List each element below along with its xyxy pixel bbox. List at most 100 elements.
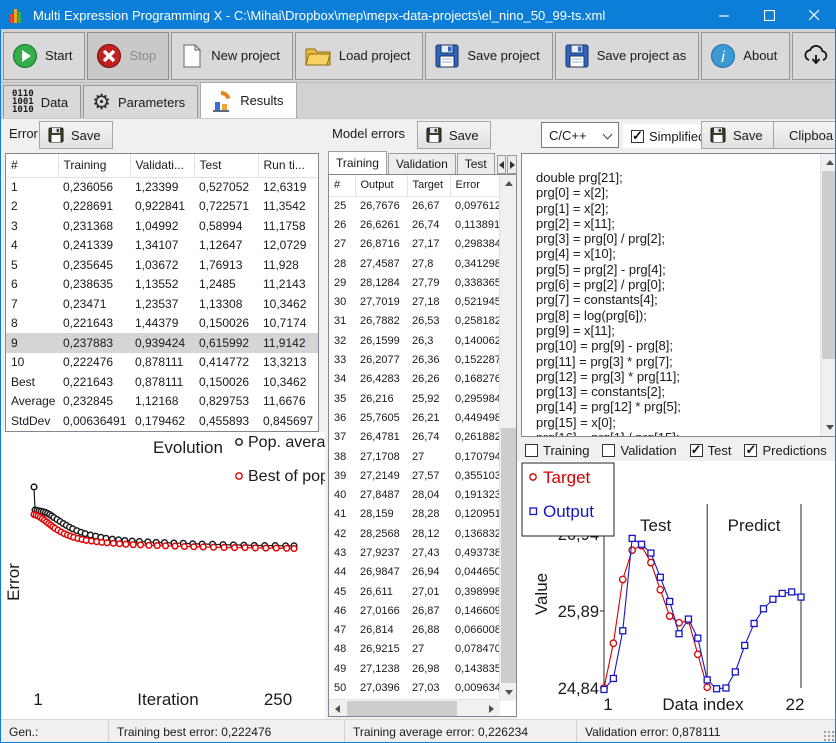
language-select[interactable]: C/C++ (541, 122, 619, 148)
checkbox-box[interactable] (690, 444, 703, 457)
column-header[interactable]: Training (58, 154, 130, 177)
tab-test[interactable]: Test (457, 153, 495, 174)
column-header[interactable]: # (6, 154, 58, 177)
scroll-up-button[interactable] (821, 154, 836, 171)
table-row[interactable]: 3827,1708270,170794 (329, 447, 500, 466)
table-row[interactable]: 2526,767626,670,097612 (329, 196, 500, 215)
table-row[interactable]: 2626,626126,740,113891 (329, 215, 500, 234)
code-view[interactable]: double prg[21];prg[0] = x[2];prg[1] = x[… (521, 153, 836, 437)
table-row[interactable]: 4426,984726,940,044650 (329, 563, 500, 582)
table-row[interactable]: 4027,848728,040,191323 (329, 485, 500, 504)
code-save-button[interactable]: Save (701, 121, 775, 149)
table-row[interactable]: 4927,123826,980,143835 (329, 659, 500, 678)
table-row[interactable]: 100,2224760,8781110,41477213,3213 (6, 353, 318, 373)
about-button[interactable]: i About (701, 32, 790, 80)
table-row[interactable]: Best0,2216430,8781110,15002610,3462 (6, 372, 318, 392)
start-button[interactable]: Start (3, 32, 85, 80)
tab-validation[interactable]: Validation (388, 153, 456, 174)
table-row[interactable]: 4627,016626,870,146609 (329, 601, 500, 620)
predictions-checkbox[interactable]: Predictions (744, 443, 826, 458)
table-row[interactable]: 3625,760526,210,449498 (329, 408, 500, 427)
table-row[interactable]: 30,2313681,049920,5899411,1758 (6, 216, 318, 236)
model-errors-rows[interactable]: #OutputTargetError2526,767626,670,097612… (329, 175, 500, 701)
model-errors-hscrollbar[interactable] (329, 699, 500, 716)
table-row[interactable]: 3027,701927,180,521945 (329, 292, 500, 311)
model-errors-save-button[interactable]: Save (417, 121, 491, 149)
scroll-right-button[interactable] (483, 700, 500, 717)
scroll-left-button[interactable] (329, 700, 346, 717)
load-project-button[interactable]: Load project (295, 32, 424, 80)
save-project-as-button[interactable]: Save project as (555, 32, 700, 80)
table-row[interactable]: 3526,21625,920,295984 (329, 389, 500, 408)
column-header[interactable]: Error (450, 175, 500, 196)
table-row[interactable]: 4526,61127,010,398998 (329, 582, 500, 601)
code-vscrollbar[interactable] (820, 154, 836, 436)
tab-scroll-left-button[interactable] (497, 155, 507, 174)
table-row[interactable]: 10,2360561,233990,52705212,6319 (6, 177, 318, 197)
close-button[interactable] (792, 1, 836, 29)
table-row[interactable]: 2726,871627,170,298384 (329, 235, 500, 254)
tab-data[interactable]: 011010011010 Data (3, 85, 81, 118)
table-row[interactable]: StdDev0,006364910,1794620,4558930,845697 (6, 411, 318, 431)
test-checkbox[interactable]: Test (690, 443, 732, 458)
checkbox-box[interactable] (525, 444, 538, 457)
minimize-button[interactable] (702, 1, 747, 29)
scroll-down-button[interactable] (500, 684, 517, 701)
simplified-checkbox[interactable]: Simplified (623, 124, 713, 148)
code-line: prg[12] = prg[3] * prg[11]; (536, 369, 819, 384)
table-row[interactable]: 4826,9215270,078470 (329, 640, 500, 659)
tab-training[interactable]: Training (328, 151, 387, 174)
scroll-up-button[interactable] (500, 175, 517, 192)
column-header[interactable]: Test (194, 154, 258, 177)
column-header[interactable]: Run ti... (258, 154, 318, 177)
table-row[interactable]: 3126,788226,530,258182 (329, 312, 500, 331)
table-row[interactable]: 40,2413391,341071,1264712,0729 (6, 236, 318, 256)
stop-button[interactable]: Stop (87, 32, 169, 80)
scrollbar-thumb[interactable] (822, 171, 836, 359)
table-row[interactable]: 60,2386351,135521,248511,2143 (6, 275, 318, 295)
checkbox-box[interactable] (631, 130, 644, 143)
column-header[interactable]: Validati... (130, 154, 194, 177)
table-row[interactable]: 5027,039627,030,009634 (329, 678, 500, 697)
table-row[interactable]: 3927,214927,570,355103 (329, 466, 500, 485)
tab-parameters[interactable]: ⚙ Parameters (83, 85, 198, 118)
table-row[interactable]: 50,2356451,036721,7691311,928 (6, 255, 318, 275)
table-row[interactable]: 2928,128427,790,338365 (329, 273, 500, 292)
training-checkbox[interactable]: Training (525, 443, 589, 458)
column-header[interactable]: Target (407, 175, 450, 196)
table-row[interactable]: 90,2378830,9394240,61599211,9142 (6, 333, 318, 353)
column-header[interactable]: Output (355, 175, 407, 196)
tab-results[interactable]: Results (200, 82, 296, 118)
table-row[interactable]: 20,2286910,9228410,72257111,3542 (6, 197, 318, 217)
tab-scroll-right-button[interactable] (507, 155, 517, 174)
error-save-button[interactable]: Save (39, 121, 113, 149)
new-project-button[interactable]: New project (171, 32, 293, 80)
checkbox-box[interactable] (744, 444, 757, 457)
table-row[interactable]: 3226,159926,30,140062 (329, 331, 500, 350)
column-header[interactable]: # (329, 175, 355, 196)
maximize-button[interactable] (747, 1, 792, 29)
table-row[interactable]: 4726,81426,880,066008 (329, 621, 500, 640)
clipboard-button[interactable]: Clipboa (773, 121, 836, 149)
updates-button[interactable]: Updates (792, 32, 836, 80)
scrollbar-thumb[interactable] (347, 701, 457, 716)
validation-checkbox[interactable]: Validation (602, 443, 676, 458)
table-row[interactable]: 3326,207726,360,152287 (329, 350, 500, 369)
scrollbar-thumb[interactable] (501, 428, 516, 683)
model-errors-vscrollbar[interactable] (499, 175, 516, 701)
table-row[interactable]: 80,2216431,443790,15002610,7174 (6, 314, 318, 334)
table-row[interactable]: 2827,458727,80,341298 (329, 254, 500, 273)
table-row[interactable]: 3426,428326,260,168276 (329, 370, 500, 389)
scroll-down-button[interactable] (821, 419, 836, 436)
table-row[interactable]: 70,234711,235371,1330810,3462 (6, 294, 318, 314)
table-row[interactable]: Average0,2328451,121680,82975311,6676 (6, 392, 318, 412)
checkbox-box[interactable] (602, 444, 615, 457)
table-row[interactable]: 4128,15928,280,120951 (329, 505, 500, 524)
table-row[interactable]: 4327,923727,430,493738 (329, 543, 500, 562)
error-stats-table[interactable]: #TrainingValidati...TestRun ti...10,2360… (5, 153, 319, 432)
table-row[interactable]: 4228,256828,120,136832 (329, 524, 500, 543)
save-project-button[interactable]: Save project (425, 32, 552, 80)
table-row[interactable]: 3726,478126,740,261882 (329, 428, 500, 447)
resize-grip[interactable] (823, 730, 835, 742)
cell: 0,221643 (58, 372, 130, 392)
